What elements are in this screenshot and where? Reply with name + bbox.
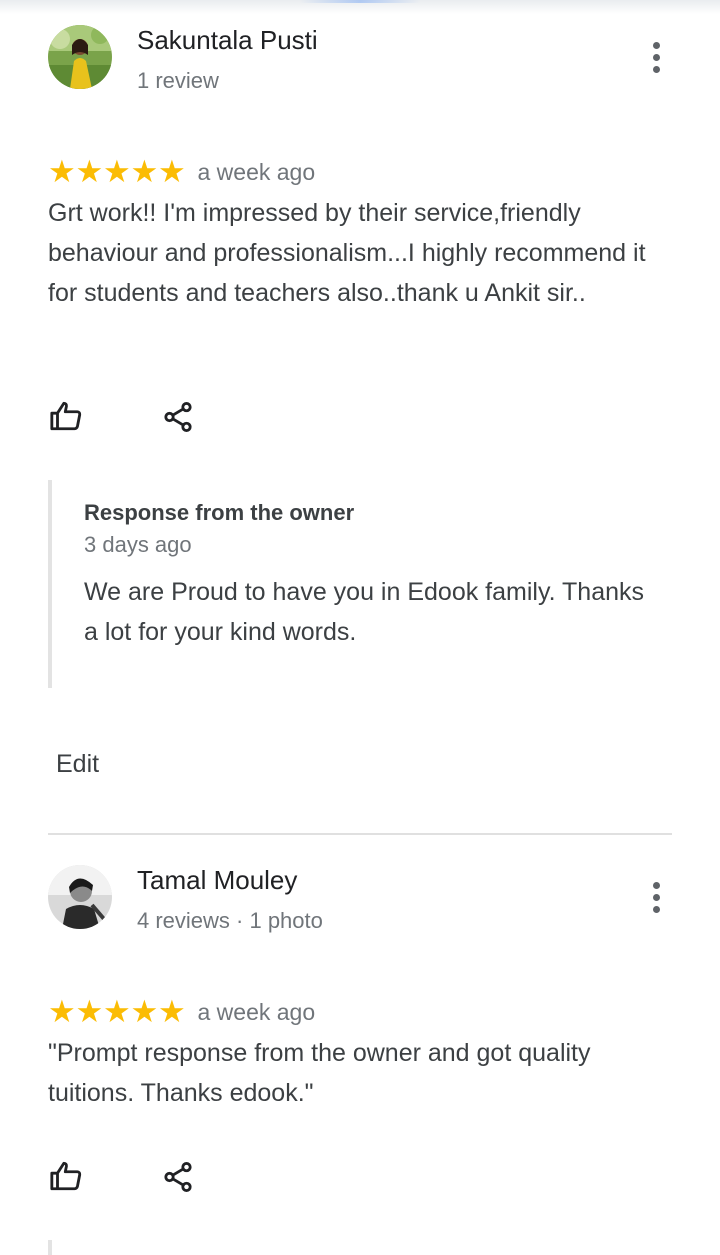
more-vert-icon-dot xyxy=(652,53,660,61)
avatar-photo xyxy=(48,25,112,89)
share-icon xyxy=(164,401,192,433)
more-vert-icon-dot xyxy=(652,893,660,901)
owner-response-time: 3 days ago xyxy=(84,532,192,557)
owner-response-title: Response from the owner xyxy=(84,500,355,525)
reviewer-meta: 1 review xyxy=(137,68,219,93)
review-time: a week ago xyxy=(197,158,316,185)
review-time: a week ago xyxy=(197,998,316,1025)
star-rating: ★ ★ ★ ★ ★ xyxy=(48,994,186,1030)
star-icon: ★ xyxy=(103,994,131,1030)
more-vert-icon-dot xyxy=(652,65,660,73)
review-text: Grt work!! I'm impressed by their servic… xyxy=(48,199,646,307)
owner-response-text: We are Proud to have you in Edook family… xyxy=(84,578,645,646)
star-icon: ★ xyxy=(75,154,104,190)
reviewer-avatar[interactable] xyxy=(48,865,112,929)
edit-response-button[interactable]: Edit xyxy=(56,750,99,779)
reviewer-avatar[interactable] xyxy=(48,25,112,89)
thumbs-up-icon xyxy=(50,1161,82,1191)
star-icon: ★ xyxy=(103,154,131,190)
like-button[interactable] xyxy=(46,1156,86,1196)
more-options-button[interactable] xyxy=(636,877,676,917)
more-vert-icon-dot xyxy=(652,905,660,913)
more-vert-icon-dot xyxy=(652,881,660,889)
top-accent xyxy=(300,0,420,3)
star-icon: ★ xyxy=(158,994,186,1030)
star-icon: ★ xyxy=(130,154,159,190)
review-text: "Prompt response from the owner and got … xyxy=(48,1039,591,1107)
reviewer-name[interactable]: Sakuntala Pusti xyxy=(137,25,318,56)
owner-response: Response from the owner 3 days ago We ar… xyxy=(48,480,672,688)
owner-response-border xyxy=(48,1240,52,1255)
reviewer-name[interactable]: Tamal Mouley xyxy=(137,865,297,896)
share-icon xyxy=(164,1161,192,1193)
star-icon: ★ xyxy=(75,994,104,1030)
rating-row: ★ ★ ★ ★ ★ a week ago xyxy=(48,994,316,1030)
share-button[interactable] xyxy=(158,397,198,437)
review-divider xyxy=(48,833,672,835)
star-icon: ★ xyxy=(130,994,159,1030)
thumbs-up-icon xyxy=(50,401,82,431)
like-button[interactable] xyxy=(46,396,86,436)
more-options-button[interactable] xyxy=(636,37,676,77)
star-rating: ★ ★ ★ ★ ★ xyxy=(48,154,186,190)
reviewer-meta: 4 reviews · 1 photo xyxy=(137,908,323,933)
star-icon: ★ xyxy=(48,994,76,1030)
star-icon: ★ xyxy=(48,154,76,190)
star-icon: ★ xyxy=(158,154,186,190)
rating-row: ★ ★ ★ ★ ★ a week ago xyxy=(48,154,316,190)
more-vert-icon-dot xyxy=(652,41,660,49)
avatar-photo xyxy=(48,865,112,929)
share-button[interactable] xyxy=(158,1157,198,1197)
